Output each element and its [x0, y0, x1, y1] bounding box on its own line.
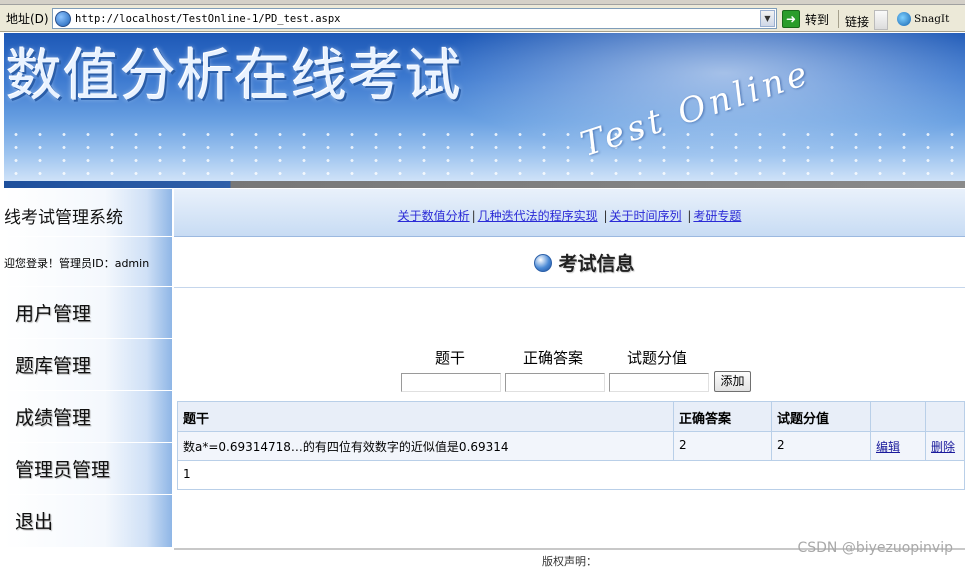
sidebar-item-score-management[interactable]: 成绩管理 [4, 391, 172, 443]
globe-icon [534, 253, 553, 272]
banner-divider-bar [4, 181, 965, 188]
go-label: 转到 [805, 12, 830, 27]
cell-score: 2 [777, 438, 785, 452]
links-label[interactable]: 链接 [845, 13, 869, 30]
banner-dot-grid [4, 128, 965, 181]
main-content: 关于数值分析 | 几种迭代法的程序实现 | 关于时间序列 | 考研专题 考试信息 题干 … [174, 189, 965, 548]
question-input[interactable] [401, 373, 501, 392]
nav-link-time-series[interactable]: 关于时间序列 [610, 209, 682, 223]
nav-link-graduate-exam[interactable]: 考研专题 [693, 209, 741, 223]
top-nav: 关于数值分析 | 几种迭代法的程序实现 | 关于时间序列 | 考研专题 [174, 189, 965, 237]
address-input[interactable]: http://localhost/TestOnline-1/PD_test.as… [52, 8, 777, 29]
go-arrow-icon: ➜ [782, 10, 800, 28]
address-bar: 地址(D) http://localhost/TestOnline-1/PD_t… [0, 5, 965, 32]
site-banner: 数值分析在线考试 Test Online [4, 33, 965, 181]
nav-separator: | [603, 209, 608, 223]
edit-link[interactable]: 编辑 [876, 440, 900, 454]
column-divider [925, 402, 926, 461]
column-divider [673, 402, 674, 461]
correct-answer-input[interactable] [505, 373, 605, 392]
questions-table: 题干 正确答案 试题分值 数a*=0.69314718…的有四位有效数字的近似值… [177, 401, 965, 490]
snagit-icon [897, 12, 911, 26]
column-divider [870, 402, 871, 461]
delete-link[interactable]: 删除 [931, 440, 955, 454]
label-question: 题干 [435, 349, 466, 367]
address-url-text: http://localhost/TestOnline-1/PD_test.as… [75, 12, 341, 25]
nav-separator: | [471, 209, 476, 223]
form-labels: 题干 正确答案 试题分值 [400, 347, 720, 367]
sidebar-item-user-management[interactable]: 用户管理 [4, 287, 172, 339]
page-globe-icon [55, 10, 71, 27]
sidebar-item-logout[interactable]: 退出 [4, 495, 172, 548]
label-correct-answer: 正确答案 [523, 349, 584, 367]
header-score: 试题分值 [777, 412, 830, 427]
header-edit [871, 402, 925, 431]
cell-delete: 删除 [926, 432, 964, 460]
watermark: CSDN @biyezuopinvip [797, 540, 953, 556]
table-pager-row: 1 [178, 461, 964, 489]
sidebar: 线考试管理系统 迎您登录！管理员ID：admin 用户管理 题库管理 成绩管理 … [4, 189, 172, 548]
table-header-row: 题干 正确答案 试题分值 [178, 402, 964, 432]
sidebar-item-question-bank[interactable]: 题库管理 [4, 339, 172, 391]
sidebar-item-admin-management[interactable]: 管理员管理 [4, 443, 172, 495]
cell-edit: 编辑 [871, 432, 925, 460]
snagit-button[interactable]: SnagIt [897, 12, 949, 26]
add-button[interactable]: 添加 [714, 371, 751, 392]
table-row: 数a*=0.69314718…的有四位有效数字的近似值是0.69314 2 2 … [178, 432, 964, 461]
nav-link-iteration-methods[interactable]: 几种迭代法的程序实现 [478, 209, 598, 223]
banner-title: 数值分析在线考试 [6, 44, 462, 109]
toolbar-divider [838, 10, 839, 28]
nav-link-about-numerical-analysis[interactable]: 关于数值分析 [398, 209, 470, 223]
label-question-score: 试题分值 [627, 349, 688, 367]
question-score-input[interactable] [609, 373, 709, 392]
pager-page-number[interactable]: 1 [178, 461, 278, 489]
welcome-text: 迎您登录！管理员ID：admin [4, 237, 172, 287]
address-dropdown-icon[interactable]: ▼ [760, 10, 775, 27]
section-heading: 考试信息 [174, 238, 965, 288]
address-label: 地址(D) [6, 11, 49, 26]
links-chevron-button[interactable] [874, 10, 888, 30]
system-title: 线考试管理系统 [4, 189, 172, 237]
header-delete [926, 402, 964, 431]
cell-correct-answer: 2 [679, 438, 687, 452]
column-divider [771, 402, 772, 461]
page-title: 考试信息 [558, 253, 635, 275]
nav-separator: | [687, 209, 692, 223]
go-button[interactable]: ➜ 转到 [782, 9, 829, 29]
header-question: 题干 [183, 412, 210, 427]
header-correct-answer: 正确答案 [679, 412, 732, 427]
cell-question: 数a*=0.69314718…的有四位有效数字的近似值是0.69314 [183, 440, 509, 454]
snagit-label: SnagIt [914, 13, 950, 25]
